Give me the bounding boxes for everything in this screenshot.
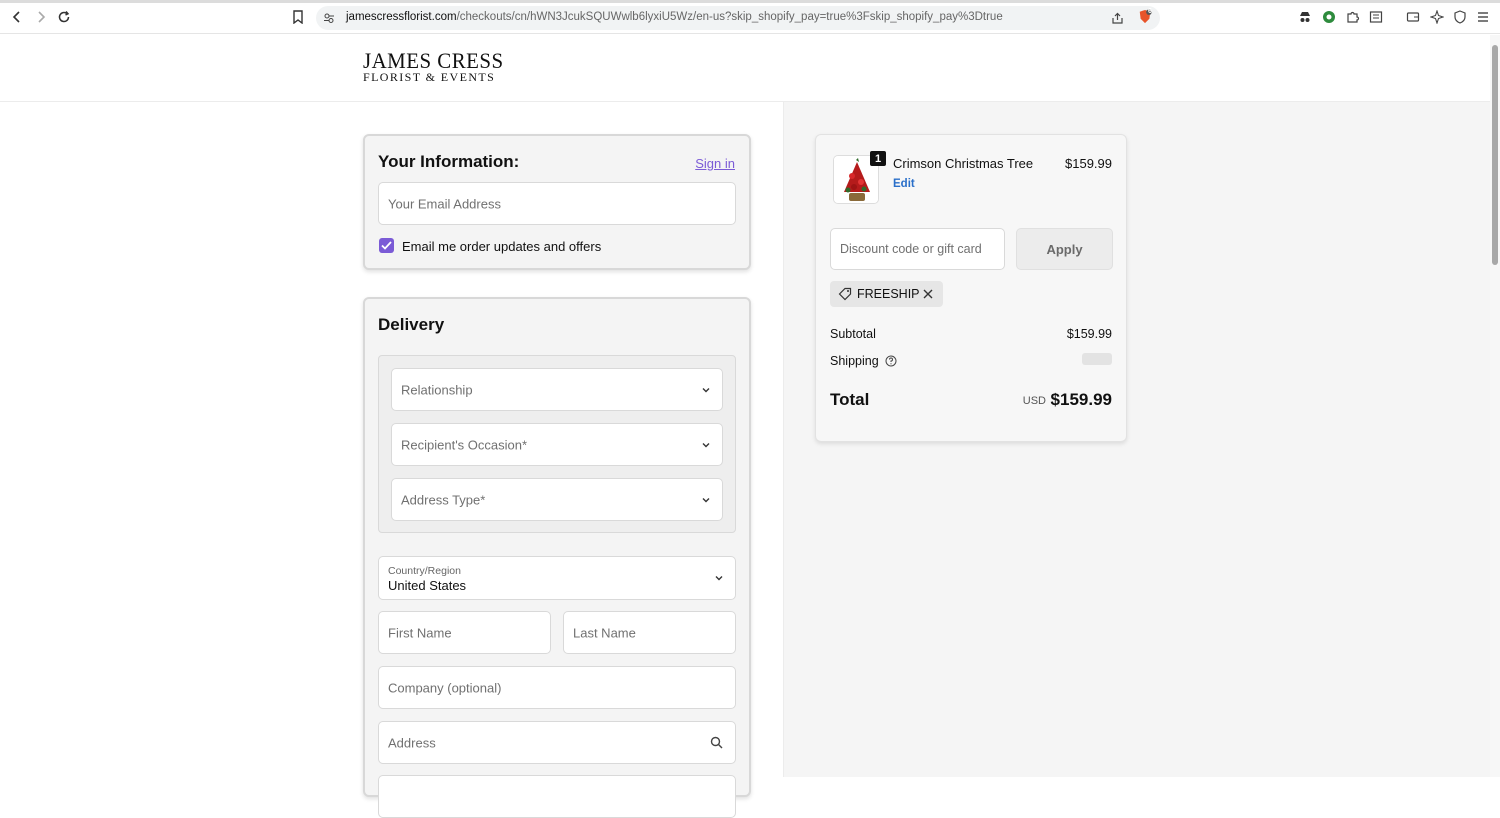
menu-icon[interactable]: [1476, 10, 1490, 24]
recipient-details-group: Relationship Recipient's Occasion* Addre…: [378, 355, 736, 533]
extension-incognito-icon[interactable]: [1298, 10, 1312, 24]
site-settings-icon[interactable]: [322, 11, 336, 25]
help-circle-icon[interactable]: [885, 355, 897, 370]
scrollbar-thumb[interactable]: [1492, 45, 1498, 265]
ai-sparkle-icon[interactable]: [1430, 10, 1444, 24]
last-name-placeholder: Last Name: [573, 625, 636, 640]
address-field[interactable]: Address: [378, 721, 736, 764]
wallet-icon[interactable]: [1406, 10, 1420, 24]
forward-icon[interactable]: [33, 9, 49, 25]
country-value: United States: [388, 578, 467, 593]
subtotal-label: Subtotal: [830, 327, 876, 341]
address-bar[interactable]: jamescressflorist.com/checkouts/cn/hWN3J…: [316, 6, 1160, 30]
address-type-select[interactable]: Address Type*: [391, 478, 723, 521]
url-domain: jamescressflorist.com: [346, 11, 457, 23]
chevron-down-icon: [701, 495, 711, 505]
relationship-select[interactable]: Relationship: [391, 368, 723, 411]
bookmark-icon[interactable]: [290, 9, 306, 25]
checkout-page: JAMES CRESS FLORIST & EVENTS Your Inform…: [0, 35, 1490, 818]
url-text: jamescressflorist.com/checkouts/cn/hWN3J…: [346, 11, 1003, 23]
product-name: Crimson Christmas Tree: [893, 156, 1034, 171]
last-name-field[interactable]: Last Name: [563, 611, 736, 654]
applied-discount-tag: FREESHIP: [830, 281, 943, 307]
delivery-title: Delivery: [378, 315, 445, 334]
reader-mode-icon[interactable]: [1369, 10, 1383, 24]
shipping-label: Shipping: [830, 354, 879, 368]
product-price: $159.99: [1065, 156, 1112, 171]
occasion-select[interactable]: Recipient's Occasion*: [391, 423, 723, 466]
vpn-shield-icon[interactable]: [1453, 10, 1467, 24]
delivery-card: Delivery Relationship Recipient's Occasi…: [363, 297, 751, 818]
extension-green-icon[interactable]: [1322, 10, 1336, 24]
country-label: Country/Region: [388, 565, 461, 577]
logo-line1: JAMES CRESS: [363, 48, 504, 73]
share-icon[interactable]: [1110, 11, 1124, 25]
tag-icon: [838, 287, 852, 306]
country-select[interactable]: Country/Region United States: [378, 556, 736, 600]
browser-toolbar: jamescressflorist.com/checkouts/cn/hWN3J…: [0, 0, 1500, 34]
quantity-badge: 1: [870, 151, 886, 166]
email-opt-in-checkbox[interactable]: [379, 238, 394, 253]
shield-count: 6: [1148, 8, 1152, 15]
information-title: Your Information:: [378, 152, 520, 171]
extensions-puzzle-icon[interactable]: [1346, 10, 1360, 24]
first-name-placeholder: First Name: [388, 625, 452, 640]
total-currency: USD: [1022, 395, 1046, 407]
occasion-placeholder: Recipient's Occasion*: [401, 437, 528, 452]
search-icon: [710, 736, 723, 754]
page-scrollbar[interactable]: [1490, 35, 1500, 777]
address-type-placeholder: Address Type*: [401, 492, 486, 507]
sign-in-link[interactable]: Sign in: [695, 156, 735, 171]
discount-placeholder: Discount code or gift card: [840, 242, 982, 256]
order-summary-card: 1 Crimson Christmas Tree Edit $159.99 Di…: [815, 134, 1127, 442]
information-card: Your Information: Sign in Your Email Add…: [363, 134, 751, 270]
subtotal-value: $159.99: [1066, 327, 1112, 341]
email-opt-in-label: Email me order updates and offers: [402, 239, 602, 254]
chevron-down-icon: [701, 385, 711, 395]
applied-discount-code: FREESHIP: [857, 287, 920, 301]
address-placeholder: Address: [388, 735, 436, 750]
apply-discount-button[interactable]: Apply: [1016, 228, 1113, 270]
first-name-field[interactable]: First Name: [378, 611, 551, 654]
shipping-loading-placeholder: [1082, 353, 1112, 365]
chevron-down-icon: [701, 440, 711, 450]
apartment-field[interactable]: [378, 775, 736, 818]
reload-icon[interactable]: [56, 9, 72, 25]
remove-discount-icon[interactable]: [922, 286, 934, 303]
product-edit-link[interactable]: Edit: [893, 178, 915, 190]
back-icon[interactable]: [9, 9, 25, 25]
brave-shield-icon[interactable]: 6: [1138, 8, 1152, 23]
discount-code-input[interactable]: Discount code or gift card: [830, 228, 1005, 270]
site-header: JAMES CRESS FLORIST & EVENTS: [0, 35, 1490, 102]
shipping-label-row: Shipping: [830, 354, 897, 370]
email-field[interactable]: Your Email Address: [378, 182, 736, 225]
company-placeholder: Company (optional): [388, 680, 502, 695]
chevron-down-icon: [714, 573, 724, 583]
url-path: /checkouts/cn/hWN3JcukSQUWwlb6lyxiU5Wz/e…: [456, 11, 1003, 23]
total-value: $159.99: [1050, 390, 1112, 409]
checkmark-icon: [381, 241, 392, 250]
email-placeholder: Your Email Address: [388, 196, 501, 211]
store-logo[interactable]: JAMES CRESS FLORIST & EVENTS: [363, 48, 511, 84]
tab-strip-edge: [0, 0, 1500, 3]
company-field[interactable]: Company (optional): [378, 666, 736, 709]
relationship-placeholder: Relationship: [401, 382, 473, 397]
total-label: Total: [830, 390, 870, 409]
